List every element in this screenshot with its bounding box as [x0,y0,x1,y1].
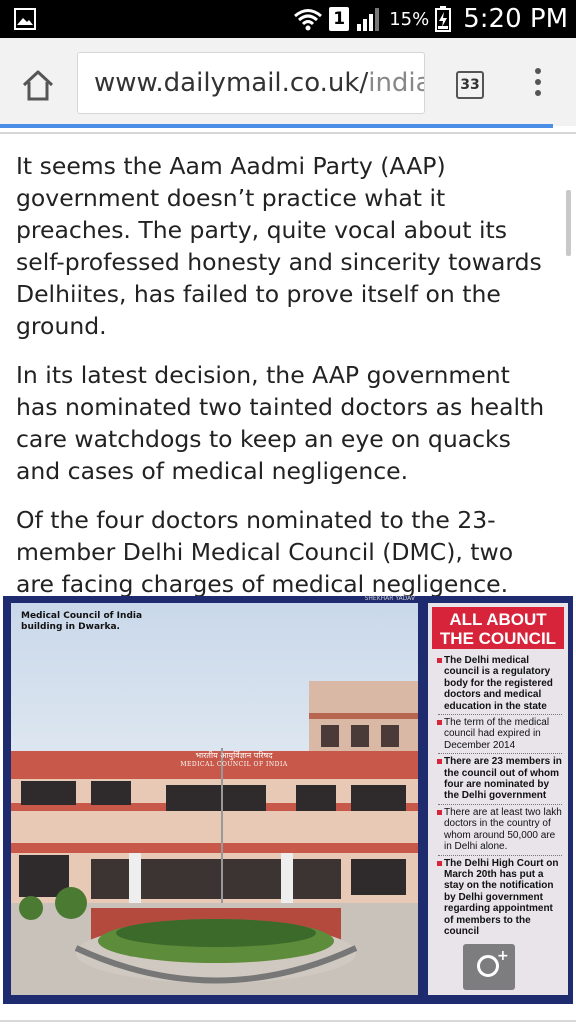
zoom-icon [477,955,499,977]
sidebar-fact: There are at least two lakh doctors in t… [437,805,562,856]
overflow-menu-icon[interactable] [530,68,546,102]
sidebar-fact-text: The Delhi medical council is a regulator… [444,655,553,712]
article-image[interactable]: SHEKHAR YADAV Medical Council of India b… [3,595,573,1004]
page-load-progress [0,124,553,128]
zoom-button[interactable]: + [463,944,515,990]
gallery-icon [14,8,36,30]
url-path: india [368,68,424,98]
sidebar-fact: The Delhi medical council is a regulator… [437,653,562,716]
building-sign: भारतीय आयुर्विज्ञान परिषद MEDICAL COUNCI… [169,751,299,769]
article-paragraph: In its latest decision, the AAP governme… [16,361,545,485]
sidebar-fact: There are 23 members in the council out … [437,754,562,805]
building-photo: Medical Council of India building in Dwa… [11,603,418,995]
info-sidebar: ALL ABOUT THE COUNCIL The Delhi medical … [428,603,568,995]
url-bar[interactable]: www.dailymail.co.uk/india [77,52,425,114]
home-icon [22,70,54,101]
url-text: www.dailymail.co.uk/india [94,68,424,98]
status-bar: 1 15% 5:20 PM [0,0,576,38]
sidebar-fact-text: The term of the medical council had expi… [444,717,550,751]
clock: 5:20 PM [463,4,568,34]
signal-icon [357,8,380,31]
tabs-icon: 33 [460,77,480,93]
article-paragraph: Of the four doctors nominated to the 23-… [16,506,514,598]
tabs-button[interactable]: 33 [456,71,484,99]
article-paragraph: It seems the Aam Aadmi Party (AAP) gover… [16,152,542,340]
building-sign-hindi: भारतीय आयुर्विज्ञान परिषद [195,751,273,760]
home-button[interactable] [20,68,56,102]
wifi-icon [294,9,323,31]
toolbar-divider [0,132,576,134]
sidebar-title: ALL ABOUT THE COUNCIL [432,607,564,649]
article-body: It seems the Aam Aadmi Party (AAP) gover… [16,150,556,617]
sidebar-fact-text: There are at least two lakh doctors in t… [444,806,562,853]
sidebar-fact-text: The Delhi High Court on March 20th has p… [444,857,559,937]
url-domain: www.dailymail.co.uk/ [94,68,369,98]
content-divider [0,1020,576,1022]
sidebar-fact-text: There are 23 members in the council out … [444,756,562,802]
sidebar-fact: The term of the medical council had expi… [437,715,562,755]
sim-indicator: 1 [329,7,350,31]
photo-caption: Medical Council of India building in Dwa… [21,611,143,632]
browser-toolbar: www.dailymail.co.uk/india 33 [0,38,576,126]
sidebar-fact: The Delhi High Court on March 20th has p… [437,856,562,940]
photo-credit: SHEKHAR YADAV [364,595,415,602]
building-sign-english: MEDICAL COUNCIL OF INDIA [180,761,288,768]
battery-percent: 15% [389,8,430,30]
battery-icon [435,6,452,32]
scrollbar[interactable] [566,190,571,256]
zoom-plus-icon: + [497,948,509,964]
